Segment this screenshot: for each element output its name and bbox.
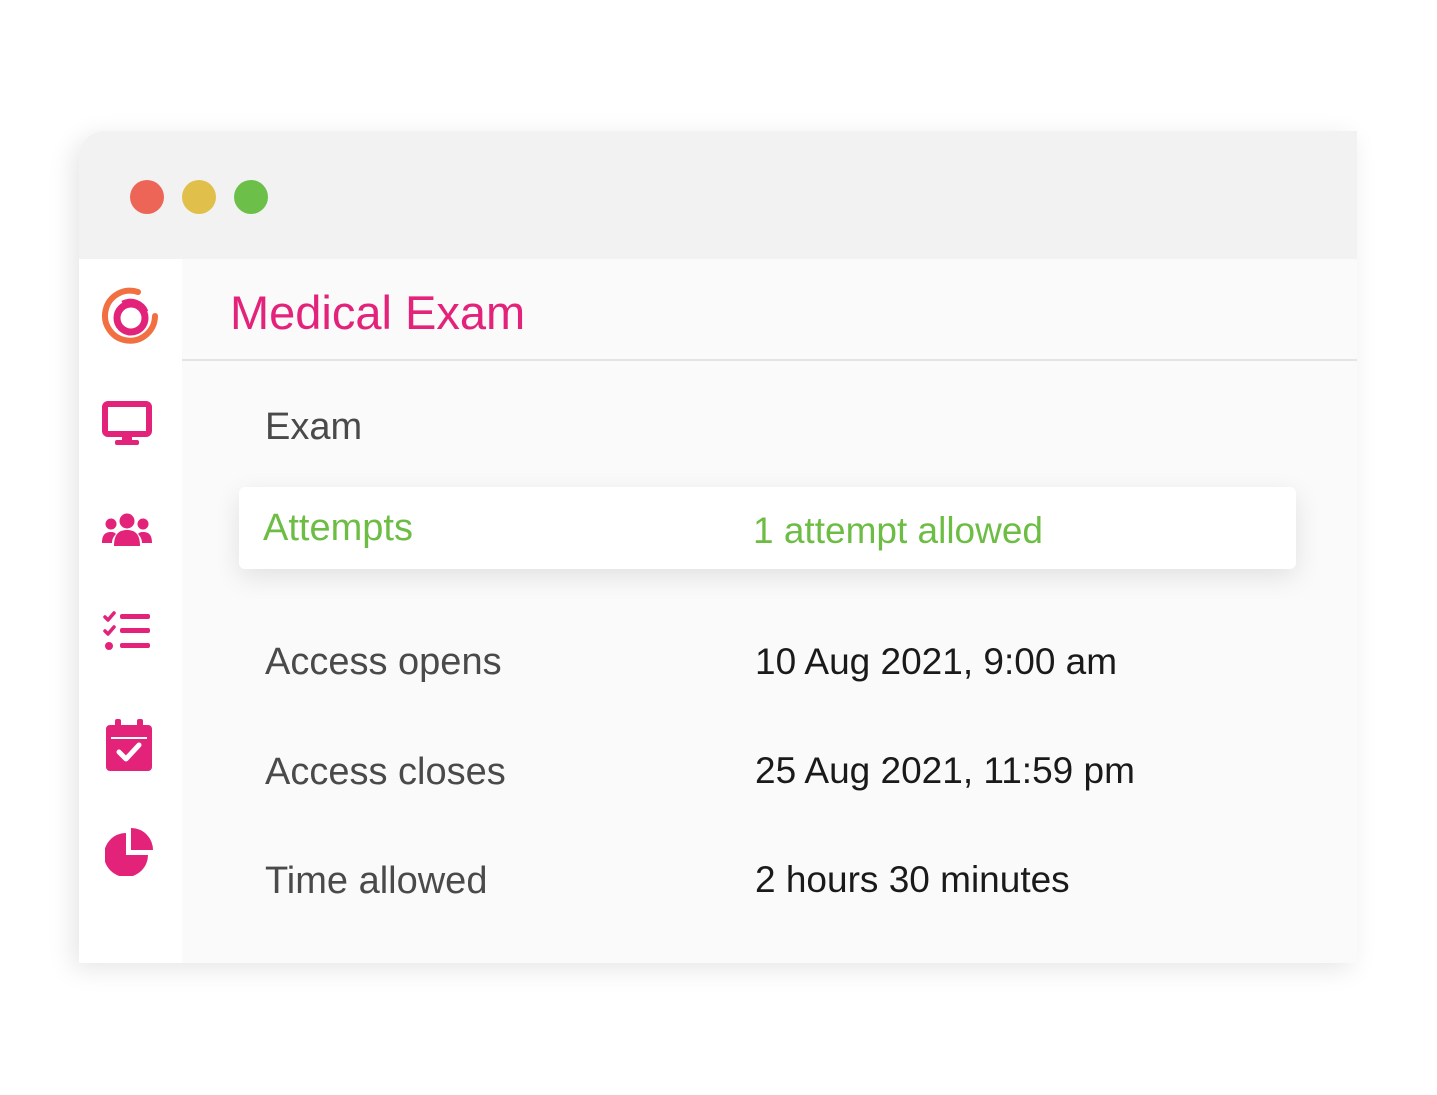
calendar-check-icon[interactable]	[106, 719, 152, 771]
attempts-value: 1 attempt allowed	[753, 510, 1044, 551]
app-window: Medical Exam Exam Attempts 1 attempt all…	[79, 131, 1357, 963]
page-header: Medical Exam	[182, 259, 1357, 361]
window-titlebar	[79, 131, 1357, 259]
attempts-label: Attempts	[263, 507, 413, 549]
checklist-icon[interactable]	[103, 611, 151, 653]
monitor-icon[interactable]	[102, 401, 152, 447]
access-opens-value: 10 Aug 2021, 9:00 am	[755, 641, 1118, 682]
maximize-window-button[interactable]	[234, 180, 268, 214]
minimize-window-button[interactable]	[182, 180, 216, 214]
users-icon[interactable]	[102, 513, 152, 547]
pie-chart-icon[interactable]	[105, 828, 155, 876]
app-logo-icon[interactable]	[101, 286, 159, 348]
access-opens-label: Access opens	[265, 641, 502, 683]
main-content: Medical Exam Exam Attempts 1 attempt all…	[182, 259, 1357, 963]
close-window-button[interactable]	[130, 180, 164, 214]
page-title: Medical Exam	[230, 286, 526, 339]
access-closes-value: 25 Aug 2021, 11:59 pm	[755, 750, 1135, 791]
section-heading: Exam	[265, 406, 363, 448]
sidebar-nav	[79, 259, 182, 963]
access-closes-label: Access closes	[265, 751, 506, 793]
time-allowed-value: 2 hours 30 minutes	[755, 859, 1070, 900]
time-allowed-label: Time allowed	[265, 860, 488, 902]
